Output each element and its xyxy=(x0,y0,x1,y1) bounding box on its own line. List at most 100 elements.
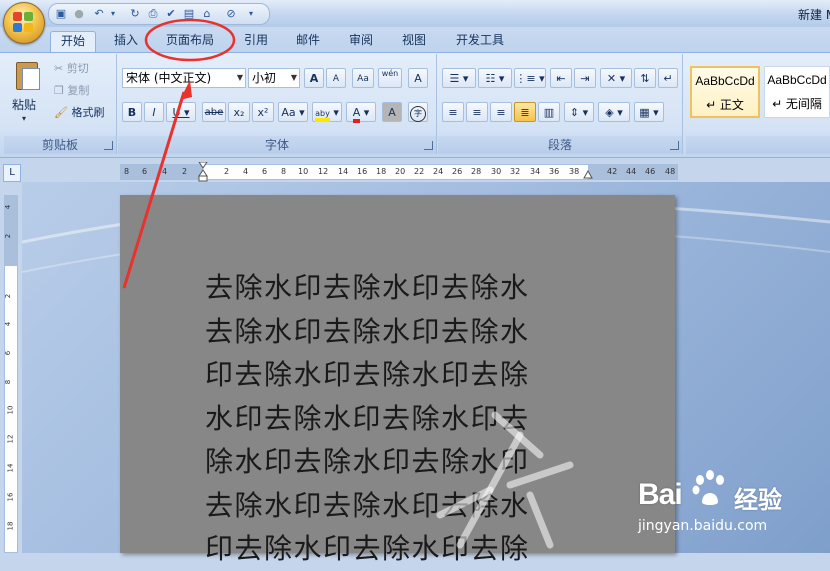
tab-references[interactable]: 引用 xyxy=(236,31,276,51)
copy-label: 复制 xyxy=(67,84,90,97)
underline-button[interactable]: U ▾ xyxy=(166,102,196,122)
ruler-tick-label: 26 xyxy=(452,167,463,176)
circle-icon[interactable]: ● xyxy=(73,8,85,20)
right-indent-marker-icon[interactable] xyxy=(583,168,593,180)
paragraph-launcher-icon[interactable] xyxy=(670,141,679,150)
ruler-tick-label: 6 xyxy=(142,167,148,176)
ruler-tick-label: 14 xyxy=(338,167,349,176)
ruler-tick-label: 20 xyxy=(395,167,406,176)
numbering-button[interactable]: ☷ ▾ xyxy=(478,68,512,88)
ruler-tick-label: 32 xyxy=(510,167,521,176)
clear-format-icon: Aa xyxy=(357,74,369,84)
enclose-chars-button[interactable]: 字 xyxy=(408,102,428,122)
paste-dropdown-icon[interactable]: ▾ xyxy=(22,114,26,123)
shrink-font-icon: A xyxy=(332,74,340,84)
strikethrough-button[interactable]: abe xyxy=(202,102,226,122)
tab-stop-icon: L xyxy=(9,167,15,178)
align-right-button[interactable]: ≡ xyxy=(490,102,512,122)
font-color-button[interactable]: A ▾ xyxy=(346,102,376,123)
bold-button[interactable]: B xyxy=(122,102,142,122)
customize-qat-icon[interactable]: ▾ xyxy=(245,8,257,20)
format-painter-button[interactable]: 🖌 格式刷 xyxy=(54,104,104,120)
vruler-tick-label: 4 xyxy=(4,204,13,210)
tab-insert[interactable]: 插入 xyxy=(106,31,146,51)
ruler-tick-label: 4 xyxy=(162,167,168,176)
grow-font-button[interactable]: A xyxy=(304,68,324,88)
ruler-tick-label: 22 xyxy=(414,167,425,176)
tab-review[interactable]: 审阅 xyxy=(341,31,381,51)
multilevel-list-button[interactable]: ⋮≡ ▾ xyxy=(514,68,546,88)
char-shading-icon: A xyxy=(388,106,396,119)
chevron-down-icon: ▼ xyxy=(290,73,297,82)
char-border-button[interactable]: A xyxy=(408,68,428,88)
shading-button[interactable]: ◈ ▾ xyxy=(598,102,630,122)
clipboard-launcher-icon[interactable] xyxy=(104,141,113,150)
new-doc-icon[interactable]: ▤ xyxy=(183,8,195,20)
style-no-spacing[interactable]: AaBbCcDd ↵ 无间隔 xyxy=(764,66,830,118)
phonetic-guide-button[interactable]: wén xyxy=(378,68,402,88)
vruler-tick-label: 2 xyxy=(4,233,13,239)
baidu-watermark: Bai 经验 jingyan.baidu.com xyxy=(638,460,830,553)
line-spacing-icon: ⇕ xyxy=(569,106,580,119)
line-spacing-button[interactable]: ⇕ ▾ xyxy=(564,102,594,122)
tab-page-layout[interactable]: 页面布局 xyxy=(160,31,220,51)
paste-icon[interactable] xyxy=(14,60,42,90)
align-left-button[interactable]: ≡ xyxy=(442,102,464,122)
shrink-font-button[interactable]: A xyxy=(326,68,346,88)
increase-indent-icon: ⇥ xyxy=(580,72,590,85)
decrease-indent-button[interactable]: ⇤ xyxy=(550,68,572,88)
char-shading-button[interactable]: A xyxy=(382,102,402,122)
ruler-tick-label: 24 xyxy=(433,167,444,176)
indent-marker-icon[interactable] xyxy=(198,161,208,182)
sort-button[interactable]: ⇅ xyxy=(634,68,656,88)
office-logo-icon xyxy=(13,12,35,34)
ruler-tick-label: 6 xyxy=(262,167,268,176)
cut-button[interactable]: ✂ 剪切 xyxy=(54,60,89,76)
ruler-toggle-button[interactable]: L xyxy=(3,164,21,182)
ruler-tick-label: 10 xyxy=(298,167,309,176)
font-launcher-icon[interactable] xyxy=(424,141,433,150)
baidu-brand: Bai xyxy=(638,478,683,511)
quick-print-icon[interactable]: ⊘ xyxy=(225,8,237,20)
vruler-tick-label: 10 xyxy=(6,405,15,415)
borders-button[interactable]: ▦ ▾ xyxy=(634,102,664,122)
font-color-icon: A xyxy=(352,106,361,123)
increase-indent-button[interactable]: ⇥ xyxy=(574,68,596,88)
office-button[interactable] xyxy=(3,2,45,44)
numbering-icon: ☷ xyxy=(485,72,496,85)
tab-home[interactable]: 开始 xyxy=(50,31,96,52)
bold-icon: B xyxy=(127,106,137,119)
distributed-button[interactable]: ▥ xyxy=(538,102,560,122)
print-preview-icon[interactable]: ⎙ xyxy=(147,8,159,20)
subscript-button[interactable]: x₂ xyxy=(228,102,250,122)
save-icon[interactable]: ▣ xyxy=(55,8,67,20)
baidu-paw-icon xyxy=(692,470,724,505)
tab-mailings[interactable]: 邮件 xyxy=(288,31,328,51)
copy-button[interactable]: ❐ 复制 xyxy=(54,82,89,98)
superscript-button[interactable]: x² xyxy=(252,102,274,122)
clear-format-button[interactable]: Aa xyxy=(352,68,374,88)
style-normal[interactable]: AaBbCcDd ↵ 正文 xyxy=(690,66,760,118)
show-marks-button[interactable]: ↵ xyxy=(658,68,678,88)
chinese-layout-button[interactable]: ✕ ▾ xyxy=(600,68,632,88)
tab-developer[interactable]: 开发工具 xyxy=(450,31,510,51)
highlight-button[interactable]: aby ▾ xyxy=(312,102,342,122)
italic-button[interactable]: I xyxy=(144,102,164,122)
align-center-button[interactable]: ≡ xyxy=(466,102,488,122)
redo-icon[interactable]: ↻ xyxy=(129,8,141,20)
ruler-tick-label: 8 xyxy=(281,167,287,176)
paste-label[interactable]: 粘贴 xyxy=(12,96,36,113)
tab-view[interactable]: 视图 xyxy=(394,31,434,51)
justify-button[interactable]: ≣ xyxy=(514,102,536,122)
font-name-combo[interactable]: 宋体 (中文正文) ▼ xyxy=(122,68,246,88)
undo-icon[interactable]: ↶ xyxy=(93,8,105,20)
ruler-tick-label: 8 xyxy=(124,167,130,176)
undo-dropdown-icon[interactable]: ▾ xyxy=(107,8,119,20)
italic-icon: I xyxy=(152,106,156,119)
font-size-combo[interactable]: 小初 ▼ xyxy=(248,68,300,88)
spelling-icon[interactable]: ✔ xyxy=(165,8,177,20)
bullets-button[interactable]: ☰ ▾ xyxy=(442,68,476,88)
doc-line: 去除水印去除水印去除水 xyxy=(205,314,530,348)
open-icon[interactable]: ⌂ xyxy=(201,8,213,20)
change-case-button[interactable]: Aa ▾ xyxy=(278,102,308,122)
